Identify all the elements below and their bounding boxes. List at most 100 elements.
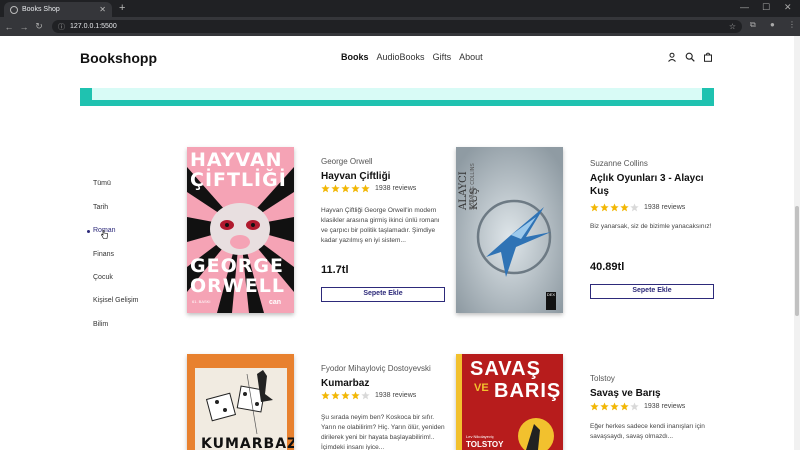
new-tab-button[interactable]: + xyxy=(119,2,125,15)
shopping-bag-icon[interactable] xyxy=(703,52,713,62)
page-scrollbar[interactable] xyxy=(794,36,800,450)
star-icon xyxy=(600,203,609,212)
scrollbar-thumb[interactable] xyxy=(795,206,799,316)
add-to-cart-button[interactable]: Sepete Ekle xyxy=(321,287,445,302)
book-rating: 1938 reviews xyxy=(321,391,416,400)
globe-icon xyxy=(10,5,18,14)
book-author: George Orwell xyxy=(321,157,373,166)
review-count: 1938 reviews xyxy=(644,403,686,410)
star-icon xyxy=(630,402,639,411)
cover-edition: 61. BASKI xyxy=(192,299,211,304)
book-author: Tolstoy xyxy=(590,374,615,383)
star-icon xyxy=(321,184,330,193)
cover-author-line1: GEORGE xyxy=(190,255,284,277)
book-cover-kumarbaz[interactable]: KUMARBAZ xyxy=(187,354,294,450)
star-icon xyxy=(361,184,370,193)
book-cover-hayvan-ciftligi[interactable]: HAYVAN ÇİFTLİĞİ GEORGE ORWELL 61. BASKI … xyxy=(187,147,294,313)
cover-author-line2: ORWELL xyxy=(190,275,285,297)
nav-audiobooks[interactable]: AudioBooks xyxy=(377,52,425,62)
category-kisisel-gelisim[interactable]: Kişisel Gelişim xyxy=(93,297,139,304)
star-icon xyxy=(610,402,619,411)
book-description: Eğer herkes sadece kendi inanışları için… xyxy=(590,423,705,440)
category-tumu[interactable]: Tümü xyxy=(93,180,111,187)
book-rating: 1938 reviews xyxy=(590,203,685,212)
cover-title-line3: BARIŞ xyxy=(494,380,562,402)
cover-title: KUMARBAZ xyxy=(201,436,294,450)
cover-author-last: TOLSTOY xyxy=(466,440,504,449)
add-to-cart-button[interactable]: Sepete Ekle xyxy=(590,284,714,299)
profile-icon[interactable]: ● xyxy=(770,20,775,29)
extensions-icon[interactable]: ⧉ xyxy=(750,20,756,30)
star-icon xyxy=(341,391,350,400)
bookmark-star-icon[interactable]: ☆ xyxy=(729,22,736,31)
category-cocuk[interactable]: Çocuk xyxy=(93,274,113,281)
site-logo[interactable]: Bookshopp xyxy=(80,50,157,66)
star-icon xyxy=(590,402,599,411)
book-cover-alayci-kus[interactable]: ALAYCI KUŞ SUZANNE COLLINS DEX xyxy=(456,147,563,313)
review-count: 1938 reviews xyxy=(375,185,417,192)
maximize-icon[interactable]: ☐ xyxy=(762,2,770,13)
review-count: 1938 reviews xyxy=(375,392,417,399)
star-icon xyxy=(630,203,639,212)
cover-title-line1: SAVAŞ xyxy=(470,358,541,380)
book-title[interactable]: Kumarbaz xyxy=(321,377,451,390)
hand-cursor-icon xyxy=(101,230,108,239)
browser-tab-bar: Books Shop ✕ + — ☐ ✕ xyxy=(0,0,800,17)
book-title[interactable]: Savaş ve Barış xyxy=(590,387,715,400)
book-rating: 1938 reviews xyxy=(321,184,416,193)
category-finans[interactable]: Finans xyxy=(93,251,114,258)
cover-title: ALAYCI KUŞ xyxy=(458,171,480,210)
book-description: Hayvan Çiftliği George Orwell'in modern … xyxy=(321,207,440,244)
cover-author-first: Lev Nikolayeviç xyxy=(466,434,494,439)
user-icon[interactable] xyxy=(667,52,677,62)
close-icon[interactable]: ✕ xyxy=(99,5,106,14)
star-icon xyxy=(341,184,350,193)
page-content: Bookshopp Books AudioBooks Gifts About T… xyxy=(0,36,800,450)
star-icon xyxy=(351,391,360,400)
browser-address-bar: ← → ↻ ⓘ 127.0.0.1:5500 ☆ ⧉ ● ⋮ xyxy=(0,17,800,36)
cover-author: SUZANNE COLLINS xyxy=(470,163,476,210)
browser-tab[interactable]: Books Shop ✕ xyxy=(4,2,112,17)
book-author: Fyodor Mihayloviç Dostoyevski xyxy=(321,364,431,373)
window-close-icon[interactable]: ✕ xyxy=(784,2,792,13)
star-icon xyxy=(610,203,619,212)
back-icon[interactable]: ← xyxy=(3,22,15,32)
book-description: Şu sırada neyim ben? Koskoca bir sıfır. … xyxy=(321,414,445,450)
nav-about[interactable]: About xyxy=(459,52,483,62)
category-bilim[interactable]: Bilim xyxy=(93,321,108,328)
reload-icon[interactable]: ↻ xyxy=(33,21,45,32)
book-title[interactable]: Açlık Oyunları 3 - Alaycı Kuş xyxy=(590,172,715,198)
nav-books[interactable]: Books xyxy=(341,52,369,62)
header-icons xyxy=(667,52,713,62)
star-icon xyxy=(321,391,330,400)
star-icon xyxy=(600,402,609,411)
minimize-icon[interactable]: — xyxy=(740,2,749,12)
review-count: 1938 reviews xyxy=(644,204,686,211)
book-cover-savas-ve-baris[interactable]: SAVAŞ VE BARIŞ Lev Nikolayeviç TOLSTOY xyxy=(456,354,563,450)
menu-icon[interactable]: ⋮ xyxy=(788,20,796,29)
book-price: 11.7tl xyxy=(321,264,349,276)
star-icon xyxy=(351,184,360,193)
site-info-icon[interactable]: ⓘ xyxy=(58,22,65,32)
category-tarih[interactable]: Tarih xyxy=(93,204,108,211)
star-icon xyxy=(331,184,340,193)
active-category-dot xyxy=(87,230,90,233)
hero-banner-inner xyxy=(92,88,702,100)
search-icon[interactable] xyxy=(685,52,695,62)
book-title[interactable]: Hayvan Çiftliği xyxy=(321,170,451,183)
book-author: Suzanne Collins xyxy=(590,159,648,168)
forward-icon[interactable]: → xyxy=(18,22,30,32)
star-icon xyxy=(620,402,629,411)
cover-publisher: can xyxy=(269,299,282,306)
url-input[interactable]: ⓘ 127.0.0.1:5500 ☆ xyxy=(52,20,742,33)
star-icon xyxy=(361,391,370,400)
cover-title-line2: VE xyxy=(474,382,489,394)
book-description: Biz yanarsak, siz de bizimle yanacaksını… xyxy=(590,223,712,230)
book-price: 40.89tl xyxy=(590,261,625,273)
hero-banner xyxy=(80,88,714,106)
star-icon xyxy=(620,203,629,212)
main-nav: Books AudioBooks Gifts About xyxy=(341,52,483,62)
cover-title-line1: HAYVAN xyxy=(190,149,283,171)
book-rating: 1938 reviews xyxy=(590,402,685,411)
nav-gifts[interactable]: Gifts xyxy=(433,52,452,62)
